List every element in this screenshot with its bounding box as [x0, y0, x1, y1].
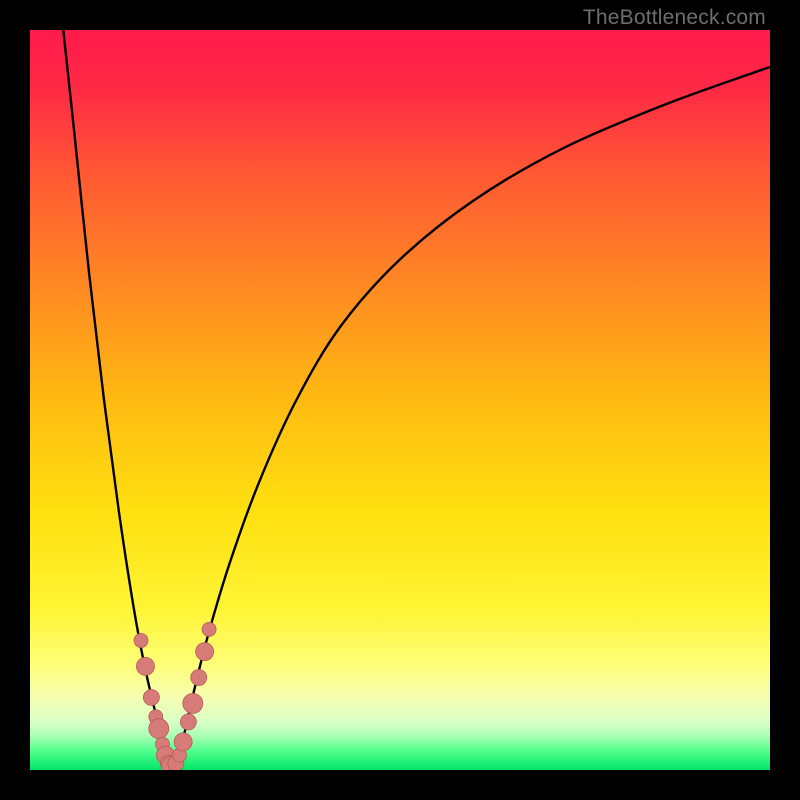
bottleneck-curve: [63, 30, 770, 768]
sample-dots-group: [134, 622, 216, 770]
chart-frame: TheBottleneck.com: [0, 0, 800, 800]
sample-dot: [183, 693, 203, 713]
sample-dot: [136, 657, 154, 675]
sample-dot: [134, 634, 148, 648]
sample-dot: [191, 670, 207, 686]
sample-dot: [202, 622, 216, 636]
chart-svg: [30, 30, 770, 770]
sample-dot: [174, 733, 192, 751]
watermark-text: TheBottleneck.com: [583, 6, 766, 30]
sample-dot: [143, 689, 159, 705]
plot-area: [30, 30, 770, 770]
sample-dot: [196, 643, 214, 661]
sample-dot: [180, 714, 196, 730]
sample-dot: [149, 719, 169, 739]
